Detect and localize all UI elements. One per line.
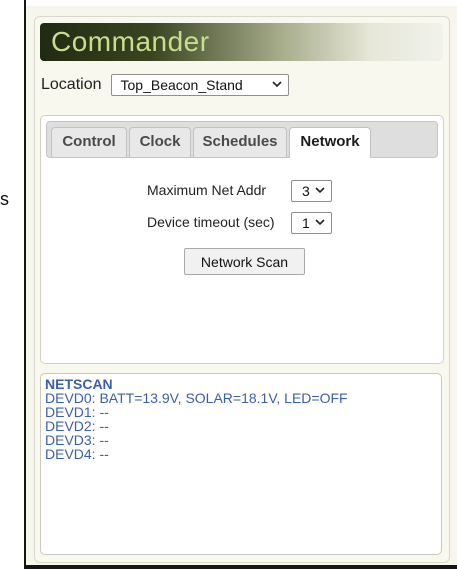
log-line: DEVD0: BATT=13.9V, SOLAR=18.1V, LED=OFF — [45, 390, 348, 406]
tab-panel: Control Clock Schedules Network Maximum … — [40, 115, 444, 364]
log-line: DEVD3: -- — [45, 432, 109, 448]
network-scan-button[interactable]: Network Scan — [184, 248, 305, 275]
main-card: Commander Location Top_Beacon_Stand Cont… — [34, 16, 450, 563]
tab-clock[interactable]: Clock — [129, 127, 191, 157]
log-line: NETSCAN — [45, 376, 113, 392]
log-line: DEVD1: -- — [45, 404, 109, 420]
device-timeout-select[interactable]: 1 — [291, 212, 332, 234]
log-line: DEVD4: -- — [45, 446, 109, 462]
location-row: Location Top_Beacon_Stand — [41, 73, 289, 97]
max-net-addr-select[interactable]: 3 — [291, 180, 332, 202]
chevron-down-icon — [271, 81, 282, 88]
app-header: Commander — [40, 23, 443, 61]
chevron-down-icon — [315, 219, 325, 226]
app-title: Commander — [51, 26, 210, 57]
location-select[interactable]: Top_Beacon_Stand — [110, 74, 289, 96]
max-net-addr-value: 3 — [302, 183, 310, 199]
edge-text-fragment: s — [0, 189, 9, 209]
tab-control[interactable]: Control — [51, 127, 127, 157]
log-line: DEVD2: -- — [45, 418, 109, 434]
device-timeout-value: 1 — [302, 215, 310, 231]
commander-app: Commander Location Top_Beacon_Stand Cont… — [26, 6, 457, 565]
tab-network[interactable]: Network — [289, 127, 371, 158]
tab-bar: Control Clock Schedules Network — [46, 121, 438, 158]
tab-schedules[interactable]: Schedules — [193, 127, 287, 157]
window-frame-bottom — [24, 565, 457, 569]
max-net-addr-label: Maximum Net Addr — [147, 182, 267, 198]
chevron-down-icon — [315, 187, 325, 194]
location-label: Location — [41, 76, 102, 93]
log-output[interactable]: NETSCAN DEVD0: BATT=13.9V, SOLAR=18.1V, … — [40, 373, 442, 555]
location-select-value: Top_Beacon_Stand — [120, 77, 243, 93]
device-timeout-label: Device timeout (sec) — [147, 214, 275, 230]
